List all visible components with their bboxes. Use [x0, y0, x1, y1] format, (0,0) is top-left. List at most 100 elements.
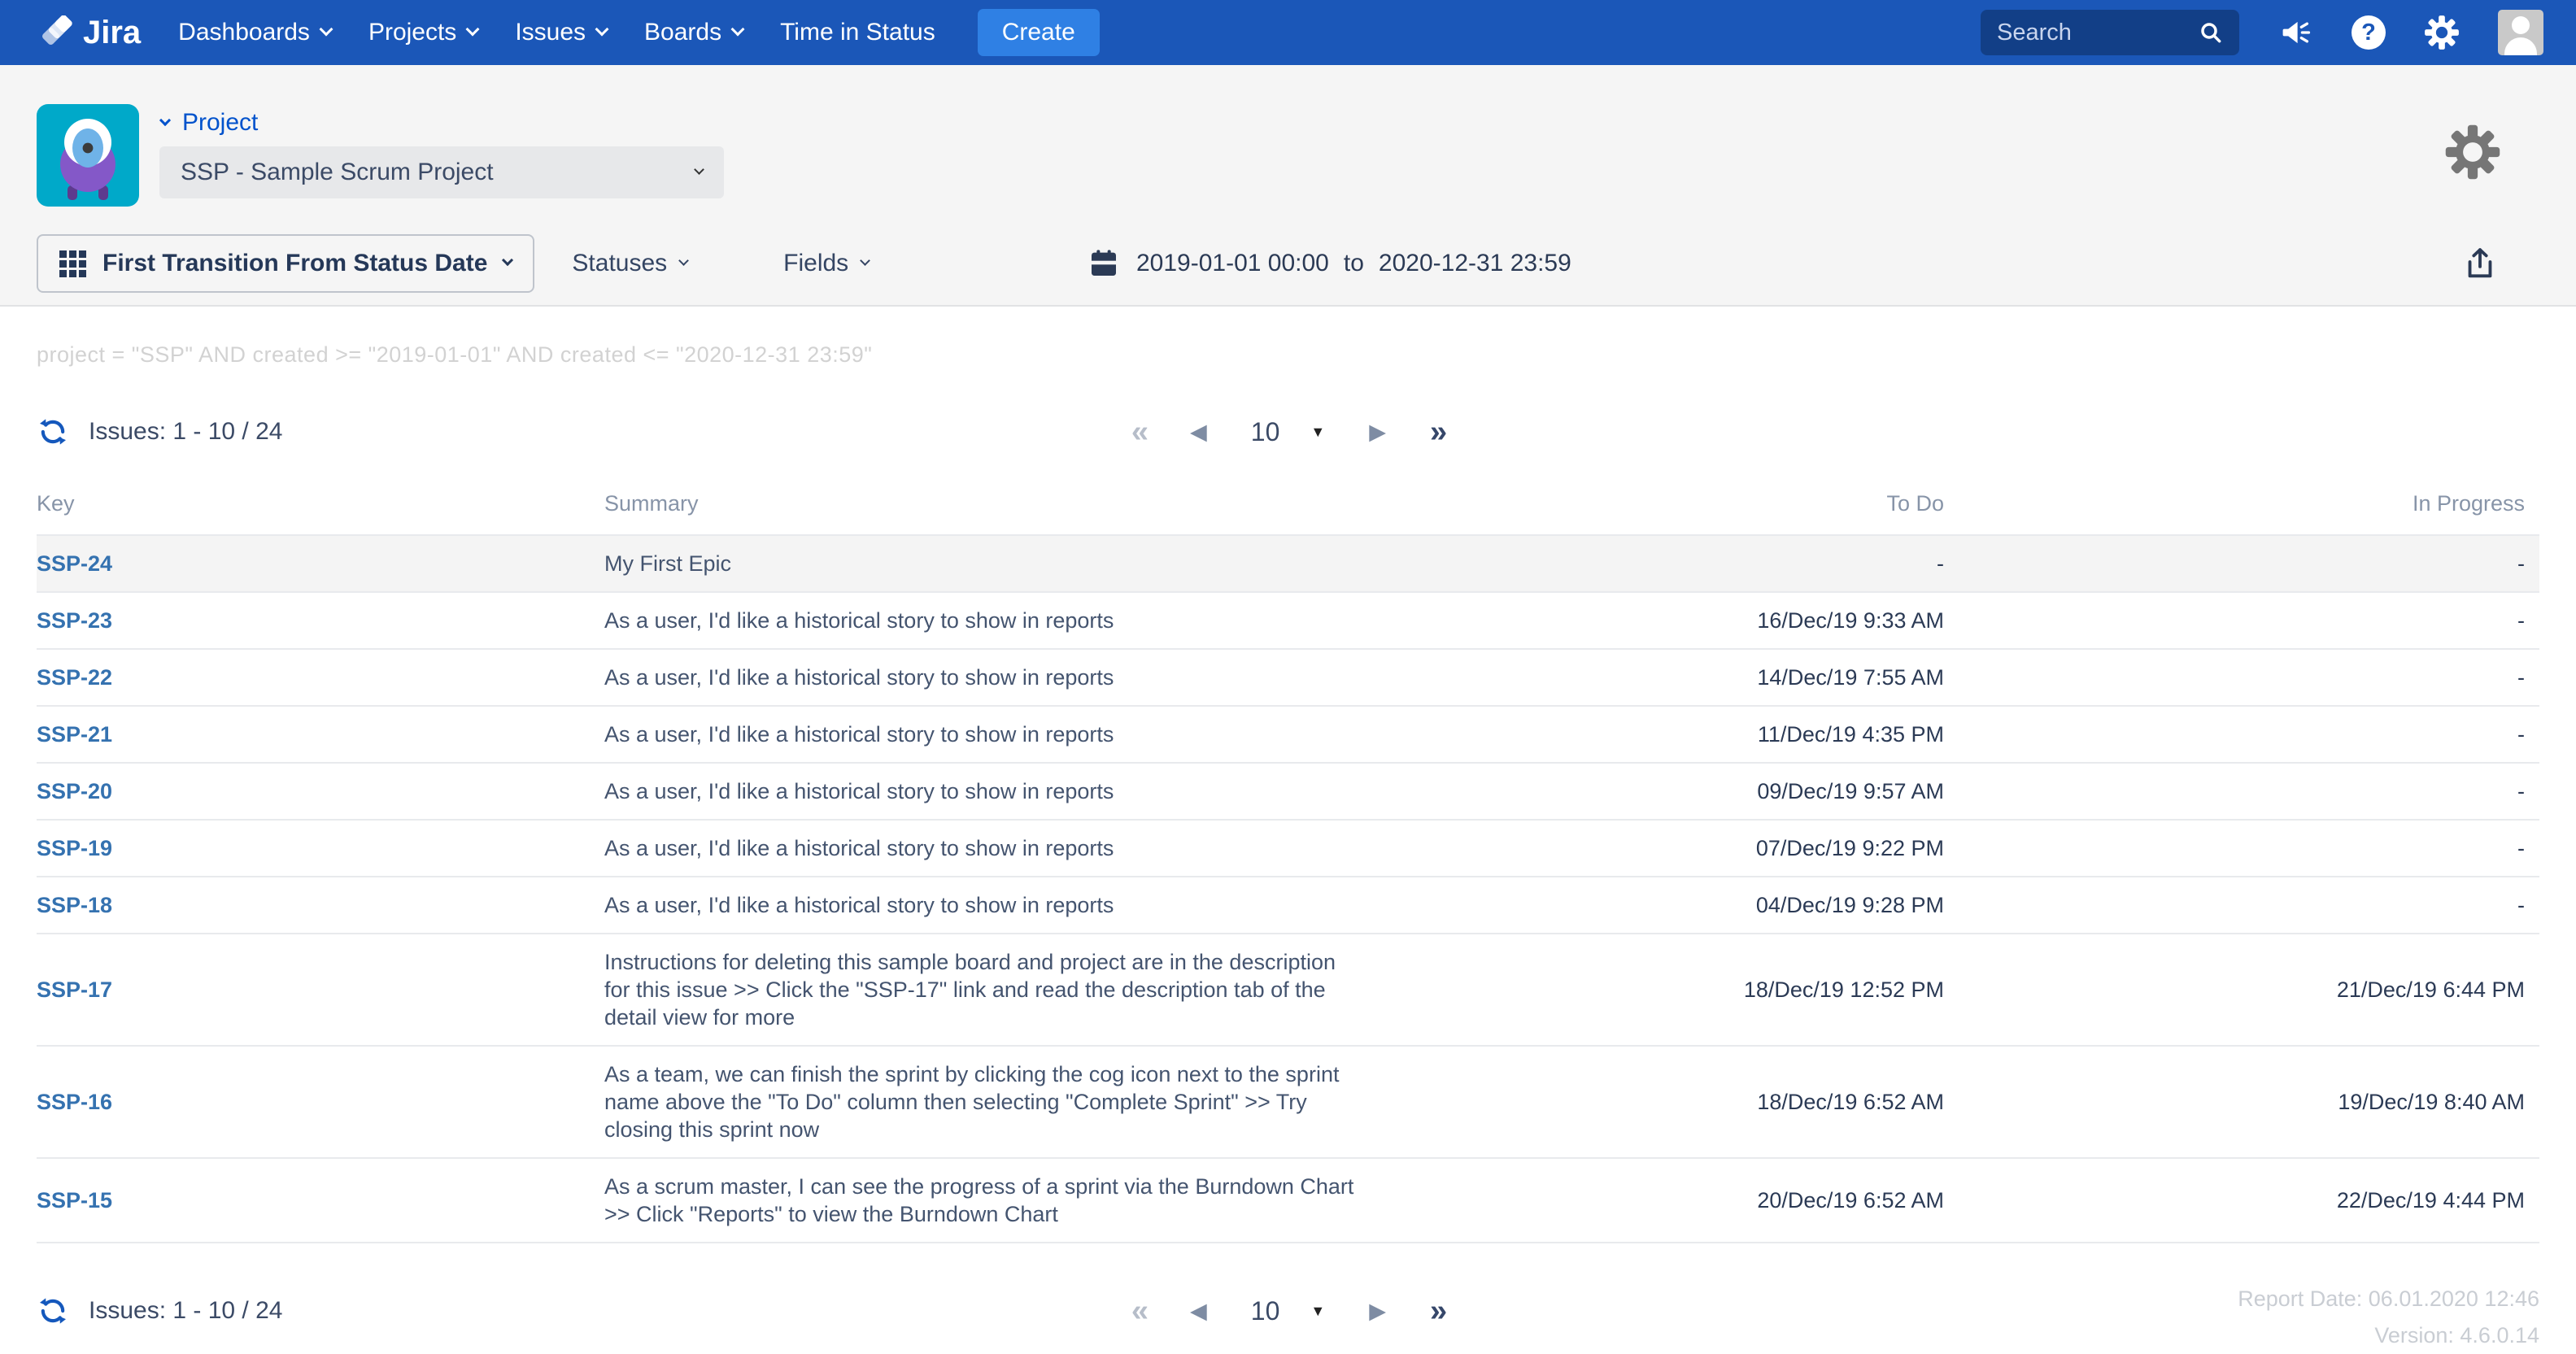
first-page-button[interactable]: «: [1131, 416, 1146, 447]
inprogress-cell: -: [1944, 608, 2525, 633]
report-grid-icon: [59, 250, 86, 277]
nav-item-label: Projects: [368, 19, 456, 46]
inprogress-cell: -: [1944, 665, 2525, 690]
table-row: SSP-22 As a user, I'd like a historical …: [37, 650, 2539, 707]
settings-gear-icon[interactable]: [2423, 14, 2460, 51]
page-size-select[interactable]: 10 ▼: [1251, 417, 1325, 447]
summary-cell: As a user, I'd like a historical story t…: [604, 664, 1375, 691]
inprogress-cell: -: [1944, 893, 2525, 918]
inprogress-cell: 19/Dec/19 8:40 AM: [1944, 1090, 2525, 1115]
project-section-toggle[interactable]: Project: [161, 109, 258, 137]
next-page-button[interactable]: ▶: [1369, 1300, 1386, 1322]
issue-key-link[interactable]: SSP-18: [37, 893, 604, 918]
table-row: SSP-23 As a user, I'd like a historical …: [37, 593, 2539, 650]
report-type-dropdown[interactable]: First Transition From Status Date: [37, 234, 534, 293]
summary-cell: As a scrum master, I can see the progres…: [604, 1173, 1375, 1228]
last-page-button[interactable]: »: [1430, 416, 1445, 447]
issue-key-link[interactable]: SSP-21: [37, 722, 604, 747]
caret-down-icon: ▼: [1310, 1303, 1325, 1320]
todo-cell: 07/Dec/19 9:22 PM: [1375, 836, 1944, 861]
issue-key-link[interactable]: SSP-23: [37, 608, 604, 633]
issue-key-link[interactable]: SSP-15: [37, 1188, 604, 1213]
search-box[interactable]: [1981, 10, 2239, 55]
nav-item-boards[interactable]: Boards: [644, 19, 743, 46]
last-page-button[interactable]: »: [1430, 1295, 1445, 1326]
inprogress-cell: -: [1944, 779, 2525, 804]
report-date: Report Date: 06.01.2020 12:46: [2238, 1281, 2539, 1317]
table-row: SSP-16 As a team, we can finish the spri…: [37, 1047, 2539, 1159]
issue-key-link[interactable]: SSP-19: [37, 836, 604, 861]
summary-cell: As a user, I'd like a historical story t…: [604, 607, 1375, 634]
refresh-issues[interactable]: Issues: 1 - 10 / 24: [37, 416, 282, 448]
avatar-body-silhouette: [2504, 37, 2537, 55]
table-row: SSP-15 As a scrum master, I can see the …: [37, 1159, 2539, 1243]
todo-cell: 18/Dec/19 12:52 PM: [1375, 977, 1944, 1003]
chevron-down-icon: [860, 255, 870, 266]
user-avatar[interactable]: [2498, 10, 2543, 55]
refresh-icon[interactable]: [37, 1295, 69, 1327]
prev-page-button[interactable]: ◀: [1190, 1300, 1207, 1322]
report-meta: Report Date: 06.01.2020 12:46 Version: 4…: [2238, 1281, 2539, 1354]
page-size-value: 10: [1251, 1296, 1280, 1326]
nav-item-label: Issues: [515, 19, 586, 46]
chevron-down-icon: [731, 23, 745, 37]
create-button[interactable]: Create: [978, 9, 1100, 56]
refresh-icon[interactable]: [37, 416, 69, 448]
jira-logo[interactable]: Jira: [41, 15, 141, 51]
summary-cell: As a user, I'd like a historical story t…: [604, 891, 1375, 919]
fields-dropdown[interactable]: Fields: [783, 250, 869, 277]
issues-count-label: Issues: 1 - 10 / 24: [89, 418, 282, 446]
date-range-picker[interactable]: 2019-01-01 00:00 to 2020-12-31 23:59: [1087, 247, 1571, 280]
inprogress-cell: -: [1944, 836, 2525, 861]
project-select[interactable]: SSP - Sample Scrum Project: [159, 146, 724, 198]
pagination-top: « ◀ 10 ▼ ▶ »: [1131, 416, 1445, 447]
jira-logo-icon: [41, 15, 75, 50]
issue-key-link[interactable]: SSP-22: [37, 665, 604, 690]
summary-cell: My First Epic: [604, 550, 1375, 577]
search-input[interactable]: [1995, 19, 2197, 47]
prev-page-button[interactable]: ◀: [1190, 421, 1207, 443]
page-size-select[interactable]: 10 ▼: [1251, 1296, 1325, 1326]
statuses-label: Statuses: [572, 250, 667, 277]
statuses-dropdown[interactable]: Statuses: [572, 250, 687, 277]
announcements-megaphone-icon[interactable]: [2277, 14, 2314, 51]
issue-key-link[interactable]: SSP-20: [37, 779, 604, 804]
summary-cell: As a team, we can finish the sprint by c…: [604, 1060, 1375, 1143]
first-page-button[interactable]: «: [1131, 1295, 1146, 1326]
nav-item-issues[interactable]: Issues: [515, 19, 607, 46]
refresh-issues[interactable]: Issues: 1 - 10 / 24: [37, 1295, 282, 1327]
summary-cell: As a user, I'd like a historical story t…: [604, 721, 1375, 748]
next-page-button[interactable]: ▶: [1369, 421, 1386, 443]
avatar-head-silhouette: [2512, 16, 2530, 34]
inprogress-cell: 22/Dec/19 4:44 PM: [1944, 1188, 2525, 1213]
nav-item-dashboards[interactable]: Dashboards: [178, 19, 331, 46]
table-row: SSP-19 As a user, I'd like a historical …: [37, 821, 2539, 877]
page-size-value: 10: [1251, 417, 1280, 447]
date-separator: to: [1344, 250, 1364, 277]
column-header-todo: To Do: [1375, 491, 1944, 516]
help-icon[interactable]: ?: [2352, 15, 2386, 50]
search-icon[interactable]: [2197, 19, 2225, 46]
issue-key-link[interactable]: SSP-17: [37, 977, 604, 1003]
report-type-label: First Transition From Status Date: [102, 250, 487, 277]
navbar-left: Jira Dashboards Projects Issues Boards T…: [41, 9, 1100, 56]
report-version: Version: 4.6.0.14: [2238, 1317, 2539, 1354]
table-header-row: Key Summary To Do In Progress: [37, 491, 2539, 536]
project-label: Project: [182, 109, 258, 137]
nav-item-projects[interactable]: Projects: [368, 19, 477, 46]
export-icon[interactable]: [2461, 243, 2499, 284]
nav-item-time-in-status[interactable]: Time in Status: [780, 19, 935, 46]
summary-cell: As a user, I'd like a historical story t…: [604, 777, 1375, 805]
issue-key-link[interactable]: SSP-16: [37, 1090, 604, 1115]
project-avatar: [37, 104, 139, 207]
report-header-band: Project SSP - Sample Scrum Project: [0, 65, 2576, 307]
nav-item-label: Time in Status: [780, 19, 935, 46]
column-header-key: Key: [37, 491, 604, 516]
jql-query-text: project = "SSP" AND created >= "2019-01-…: [37, 342, 2539, 368]
inprogress-cell: -: [1944, 722, 2525, 747]
issue-key-link[interactable]: SSP-24: [37, 551, 604, 577]
table-row: SSP-17 Instructions for deleting this sa…: [37, 934, 2539, 1047]
report-settings-gear-icon[interactable]: [2444, 124, 2501, 181]
todo-cell: 20/Dec/19 6:52 AM: [1375, 1188, 1944, 1213]
issues-bar-bottom: Issues: 1 - 10 / 24 « ◀ 10 ▼ ▶ » Report …: [37, 1287, 2539, 1334]
